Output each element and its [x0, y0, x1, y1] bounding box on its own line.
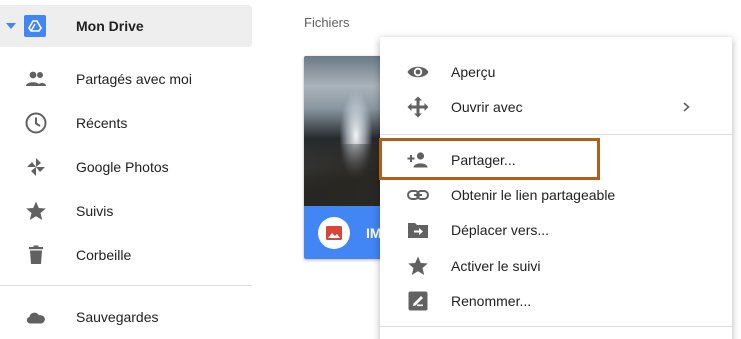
menu-item-label: Renommer...: [451, 292, 532, 309]
menu-item-activer-suivi[interactable]: Activer le suivi: [380, 248, 732, 283]
sidebar-item-label: Mon Drive: [76, 18, 144, 34]
sidebar-item-suivis[interactable]: Suivis: [0, 191, 252, 231]
menu-item-label: Activer le suivi: [451, 257, 541, 274]
context-menu: Aperçu Ouvrir avec Partager... Obtenir l…: [380, 37, 732, 339]
eye-icon: [406, 60, 430, 84]
cloud-icon: [24, 305, 48, 329]
clock-icon: [24, 111, 48, 135]
menu-item-label: Aperçu: [451, 63, 496, 80]
sidebar-item-sauvegardes[interactable]: Sauvegardes: [0, 297, 252, 337]
menu-divider: [380, 134, 732, 135]
drive-icon: [24, 15, 46, 37]
menu-item-label: Ouvrir avec: [451, 98, 523, 115]
people-icon: [24, 67, 48, 91]
menu-item-lien-partageable[interactable]: Obtenir le lien partageable: [380, 177, 732, 212]
sidebar-item-label: Partagés avec moi: [76, 71, 192, 87]
menu-item-ouvrir-avec[interactable]: Ouvrir avec: [380, 89, 732, 124]
sidebar-item-google-photos[interactable]: Google Photos: [0, 147, 252, 187]
caret-down-icon[interactable]: [5, 20, 17, 32]
trash-icon: [24, 243, 48, 267]
star-icon: [406, 254, 430, 278]
menu-item-deplacer[interactable]: Déplacer vers...: [380, 212, 732, 247]
move-arrows-icon: [406, 95, 430, 119]
sidebar-item-recents[interactable]: Récents: [0, 103, 252, 143]
sidebar-item-partages[interactable]: Partagés avec moi: [0, 59, 252, 99]
menu-item-renommer[interactable]: Renommer...: [380, 283, 732, 318]
star-icon: [24, 199, 48, 223]
pinwheel-icon: [24, 155, 48, 179]
section-title: Fichiers: [304, 15, 350, 30]
sidebar-item-label: Corbeille: [76, 247, 132, 263]
sidebar: Mon Drive Partagés avec moi Récents Goog…: [0, 0, 252, 339]
rename-icon: [406, 289, 430, 313]
link-icon: [406, 183, 430, 207]
image-icon: [318, 216, 350, 249]
chevron-right-icon: [680, 101, 692, 113]
sidebar-divider: [0, 285, 252, 286]
sidebar-item-mon-drive[interactable]: Mon Drive: [0, 5, 252, 47]
menu-item-label: Obtenir le lien partageable: [451, 186, 616, 203]
menu-divider: [380, 326, 732, 327]
folder-move-icon: [406, 218, 430, 242]
sidebar-item-label: Récents: [76, 115, 128, 131]
highlight-frame: [379, 138, 600, 180]
sidebar-item-label: Sauvegardes: [76, 309, 159, 325]
menu-item-apercu[interactable]: Aperçu: [380, 54, 732, 89]
sidebar-item-label: Google Photos: [76, 159, 169, 175]
sidebar-item-label: Suivis: [76, 203, 114, 219]
sidebar-item-corbeille[interactable]: Corbeille: [0, 235, 252, 275]
menu-item-label: Déplacer vers...: [451, 221, 550, 238]
